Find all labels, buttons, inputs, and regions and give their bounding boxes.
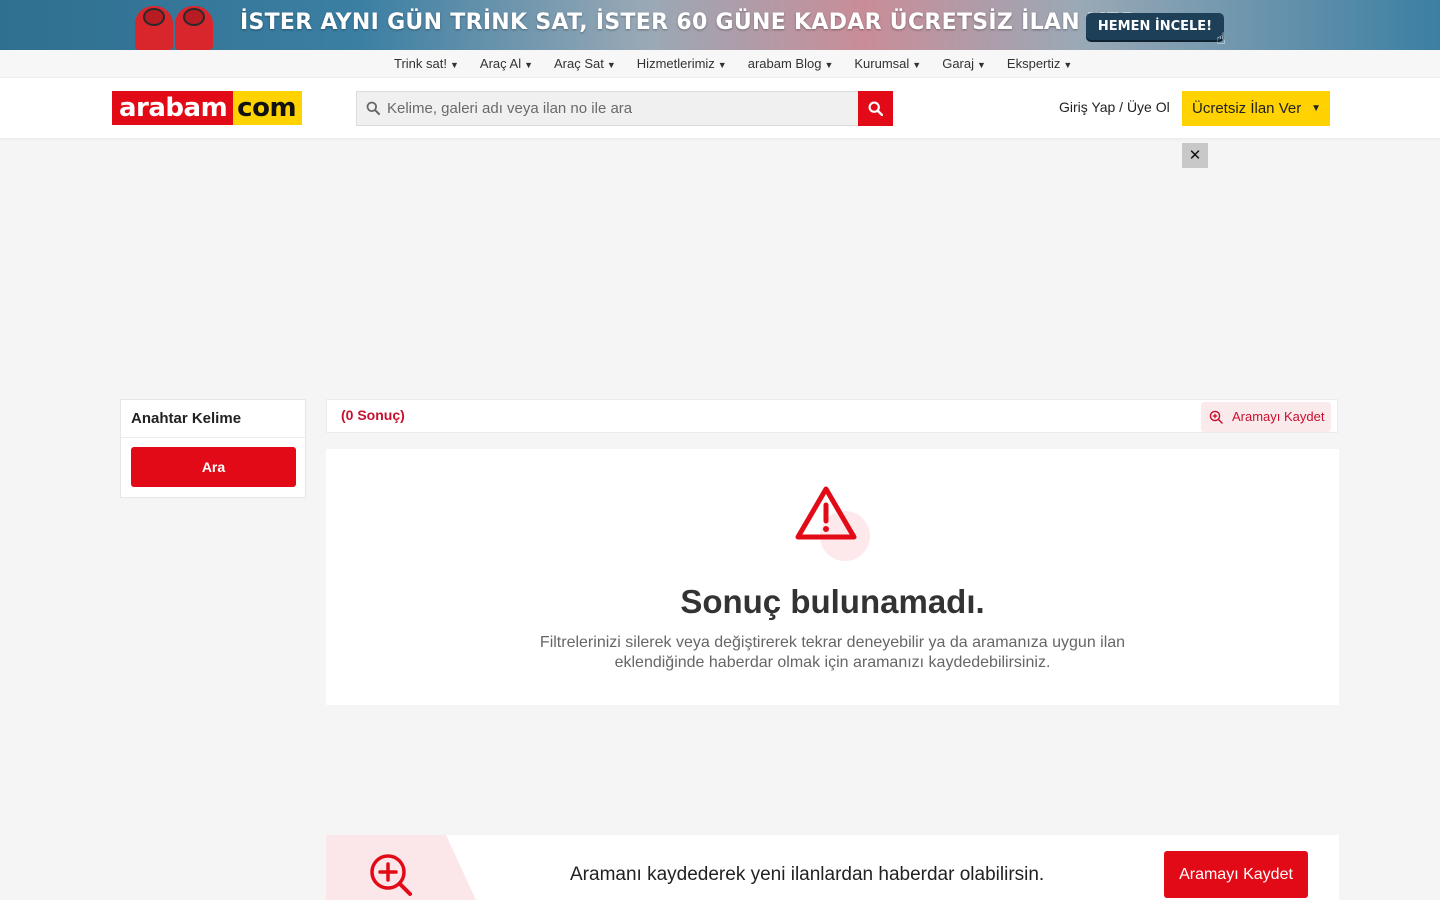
search-input[interactable] bbox=[387, 92, 852, 125]
search-icon bbox=[366, 101, 380, 115]
save-search-promo: Aramanı kaydederek yeni ilanlardan haber… bbox=[326, 835, 1339, 900]
chevron-down-icon: ▼ bbox=[1311, 103, 1321, 114]
save-search-label: Aramayı Kaydet bbox=[1232, 409, 1325, 424]
nav-item-araç-sat[interactable]: Araç Sat ▼ bbox=[554, 50, 616, 78]
chevron-down-icon: ▼ bbox=[1063, 60, 1073, 70]
keyword-filter-title: Anahtar Kelime bbox=[131, 410, 242, 427]
nav-item-label: Ekspertiz bbox=[1006, 56, 1061, 71]
post-free-ad-label: Ücretsiz İlan Ver bbox=[1192, 100, 1302, 117]
promo-text: İSTER AYNI GÜN TRİNK SAT, İSTER 60 GÜNE … bbox=[240, 10, 1147, 35]
filter-sidebar: Anahtar Kelime Ara bbox=[120, 399, 306, 498]
promo-cta-button[interactable]: HEMEN İNCELE! bbox=[1086, 13, 1224, 40]
result-count: (0 Sonuç) bbox=[341, 407, 405, 423]
nav-item-garaj[interactable]: Garaj ▼ bbox=[942, 50, 986, 78]
search-icon bbox=[868, 101, 883, 116]
chevron-down-icon: ▼ bbox=[977, 60, 986, 70]
top-nav: Trink sat! ▼ Araç Al ▼ Araç Sat ▼ Hizmetlerimi… bbox=[0, 50, 1440, 78]
nav-item-kurumsal[interactable]: Kurumsal ▼ bbox=[854, 50, 921, 78]
logo-word-arabam: arabam bbox=[112, 91, 234, 125]
warning-graphic bbox=[794, 485, 876, 563]
chevron-down-icon: ▼ bbox=[449, 60, 459, 70]
save-search-button[interactable]: Aramayı Kaydet bbox=[1201, 402, 1331, 432]
zoom-in-icon bbox=[370, 854, 412, 896]
warning-triangle-icon bbox=[795, 486, 857, 540]
nav-item-araç-al[interactable]: Araç Al ▼ bbox=[480, 50, 533, 78]
nav-item-label: arabam Blog bbox=[747, 56, 822, 71]
close-icon: ✕ bbox=[1188, 146, 1202, 164]
nav-item-ekspertiz[interactable]: Ekspertiz ▼ bbox=[1007, 50, 1072, 78]
chevron-down-icon: ▼ bbox=[606, 60, 616, 70]
nav-item-hizmetlerimiz[interactable]: Hizmetlerimiz ▼ bbox=[637, 50, 727, 78]
nav-item-label: Kurumsal bbox=[854, 56, 910, 71]
empty-results-panel: Sonuç bulunamadı. Filtrelerinizi silerek… bbox=[326, 449, 1339, 705]
post-free-ad-button[interactable]: Ücretsiz İlan Ver ▼ bbox=[1182, 91, 1330, 126]
nav-item-label: Trink sat! bbox=[394, 56, 447, 71]
chevron-down-icon: ▼ bbox=[912, 60, 922, 70]
empty-state-heading: Sonuç bulunamadı. bbox=[680, 583, 985, 620]
nav-item-arabam-blog[interactable]: arabam Blog ▼ bbox=[748, 50, 834, 78]
search-submit-button[interactable] bbox=[858, 91, 893, 126]
nav-item-label: Hizmetlerimiz bbox=[636, 56, 715, 71]
chevron-down-icon: ▼ bbox=[524, 60, 534, 70]
chevron-down-icon: ▼ bbox=[824, 60, 834, 70]
nav-item-label: Garaj bbox=[942, 56, 974, 71]
top-nav-list: Trink sat! ▼ Araç Al ▼ Araç Sat ▼ Hizmetlerimi… bbox=[394, 50, 1093, 78]
save-search-promo-message: Aramanı kaydederek yeni ilanlardan haber… bbox=[570, 864, 1045, 885]
chevron-down-icon: ▼ bbox=[717, 60, 727, 70]
logo-word-com: com bbox=[233, 91, 303, 125]
nav-item-label: Araç Al bbox=[479, 56, 522, 71]
empty-state-description: Filtrelerinizi silerek veya değiştirerek… bbox=[539, 634, 1126, 671]
search-box bbox=[356, 91, 858, 126]
divider bbox=[121, 437, 305, 438]
site-header: arabam com Giriş Yap / Üye Ol Ücretsiz İ… bbox=[0, 78, 1440, 138]
nav-item-trink-sat-[interactable]: Trink sat! ▼ bbox=[394, 50, 459, 78]
nav-item-label: Araç Sat bbox=[554, 56, 604, 71]
pointer-hand-icon: ☝ bbox=[1216, 29, 1226, 48]
save-search-promo-button[interactable]: Aramayı Kaydet bbox=[1164, 851, 1308, 898]
promo-banner[interactable]: İSTER AYNI GÜN TRİNK SAT, İSTER 60 GÜNE … bbox=[0, 0, 1440, 50]
site-logo[interactable]: arabam com bbox=[112, 91, 323, 125]
login-register-link[interactable]: Giriş Yap / Üye Ol bbox=[1059, 99, 1170, 115]
zoom-in-icon bbox=[1209, 410, 1223, 424]
keyword-search-button[interactable]: Ara bbox=[131, 447, 296, 487]
close-ad-button[interactable]: ✕ bbox=[1182, 143, 1208, 168]
promo-mascots-image bbox=[135, 3, 225, 50]
results-bar: (0 Sonuç) Aramayı Kaydet bbox=[326, 399, 1338, 433]
